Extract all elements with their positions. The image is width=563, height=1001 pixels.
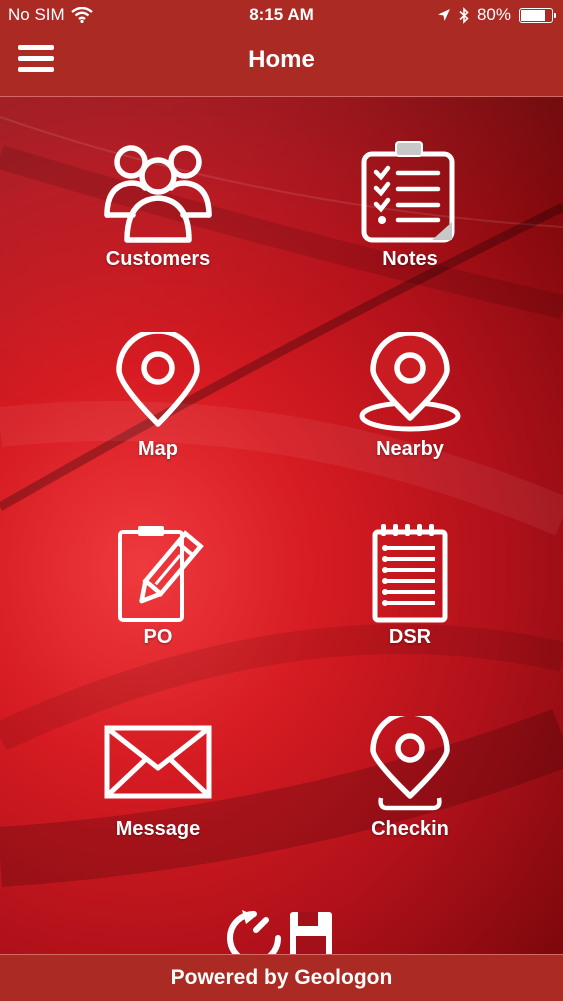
status-bar: No SIM 8:15 AM 80% <box>0 0 563 32</box>
map-pin-icon <box>116 332 200 427</box>
tile-map[interactable]: Map <box>68 332 248 482</box>
footer-powered-by: Powered by Geologon <box>0 954 563 1001</box>
checkin-icon <box>370 716 450 811</box>
tile-nearby-label: Nearby <box>376 438 444 460</box>
tile-dsr[interactable]: DSR <box>320 522 500 672</box>
battery-icon <box>519 7 556 23</box>
tile-dsr-label: DSR <box>388 626 432 648</box>
bluetooth-icon <box>459 6 469 24</box>
tile-message[interactable]: Message <box>68 722 248 872</box>
envelope-icon <box>104 725 212 799</box>
dsr-notepad-icon <box>372 524 448 623</box>
nav-bar: Home <box>0 32 563 97</box>
nearby-icon <box>359 332 461 432</box>
tile-notes-label: Notes <box>382 248 438 270</box>
page-title: Home <box>248 46 315 73</box>
tile-customers-label: Customers <box>105 248 211 270</box>
tile-nearby[interactable]: Nearby <box>320 332 500 482</box>
tile-message-label: Message <box>115 818 201 840</box>
tile-notes[interactable]: Notes <box>320 140 500 290</box>
tile-checkin-label: Checkin <box>371 818 449 840</box>
po-clipboard-icon <box>118 526 204 622</box>
sync-clock-save-icon[interactable] <box>226 906 336 956</box>
tile-customers[interactable]: Customers <box>68 140 248 290</box>
location-arrow-icon <box>437 9 450 21</box>
customers-icon <box>104 145 212 243</box>
tile-map-label: Map <box>138 438 178 460</box>
notes-icon <box>361 141 455 243</box>
tile-checkin[interactable]: Checkin <box>320 716 500 866</box>
battery-percent: 80% <box>476 5 511 24</box>
tile-po[interactable]: PO <box>68 522 248 672</box>
tile-po-label: PO <box>143 626 173 648</box>
